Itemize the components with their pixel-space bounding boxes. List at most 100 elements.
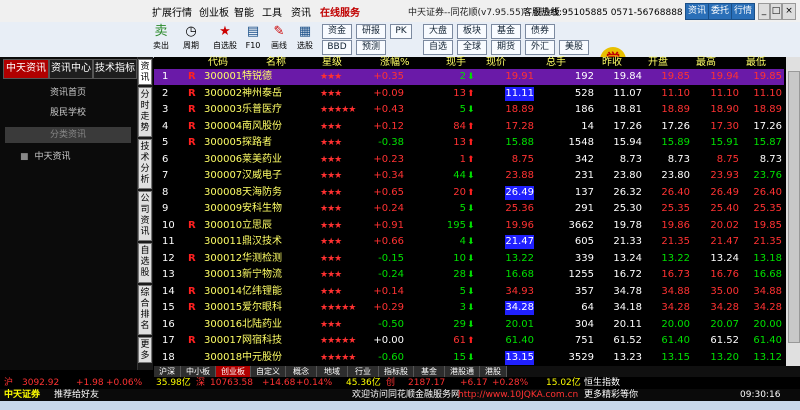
futures-dropdown[interactable]: 期货 — [491, 40, 521, 55]
minimize-button[interactable]: _ — [758, 3, 770, 20]
cell-name: 莱美药业 — [242, 153, 282, 165]
cell-chg: -0.15 — [378, 252, 404, 264]
menu-smart[interactable]: 智能 — [234, 4, 254, 19]
site-url-link[interactable]: http://www.10JQKA.com.cn — [458, 389, 578, 401]
f10-button[interactable]: ▤ F10 — [240, 24, 266, 55]
btab-concept[interactable]: 概念 — [286, 366, 317, 377]
fund-dropdown[interactable]: 基金 — [491, 24, 521, 39]
sell-button[interactable]: 卖卖出 — [148, 24, 174, 55]
maximize-button[interactable]: □ — [770, 3, 782, 20]
btab-chinext[interactable]: 创业板 — [216, 366, 251, 377]
table-row[interactable]: 4 R 300004 南风股份 ★★★ +0.12 84 ⬆ 17.28 14 17.26 17.26… — [154, 119, 784, 135]
tab-news-center[interactable]: 资讯中心 — [49, 59, 93, 79]
vtab-intraday[interactable]: 分时走势 — [138, 87, 152, 137]
trade-button[interactable]: 委托 — [708, 3, 732, 20]
col-last-vol[interactable]: 现手 — [446, 57, 466, 69]
tab-tech-indicators[interactable]: 技术指标 — [93, 59, 137, 79]
sh-value: 3092.92 — [22, 378, 60, 388]
table-row[interactable]: 9 300009 安科生物 ★★★ +0.24 5 ⬇ 25.36 291 25.30 25.35 2… — [154, 201, 784, 217]
quotes-button[interactable]: 行情 — [731, 3, 755, 20]
cell-vol: 13 — [453, 87, 466, 99]
table-row[interactable]: 8 300008 天海防务 ★★★ +0.65 20 ⬆ 26.49 137 26.32 26.40… — [154, 185, 784, 201]
cell-name: 中元股份 — [242, 351, 282, 363]
forecast-dropdown[interactable]: 预测 — [356, 40, 386, 55]
table-row[interactable]: 17 R 300017 网宿科技 ★★★★★ +0.00 61 ⬆ 61.40 751 61.52 6… — [154, 333, 784, 349]
col-high[interactable]: 最高 — [696, 57, 716, 69]
news-category-link[interactable]: 分类资讯 — [5, 127, 131, 143]
table-row[interactable]: 10 R 300010 立思辰 ★★★ +0.91 195 ⬇ 19.96 3662 19.78 19… — [154, 218, 784, 234]
watchlist-button[interactable]: ★ 自选股 — [212, 24, 238, 55]
cell-prev: 20.11 — [613, 318, 642, 330]
draw-line-button[interactable]: ✎ 画线 — [266, 24, 292, 55]
menu-online-service[interactable]: 在线服务 — [320, 4, 360, 19]
custom-dropdown[interactable]: 自选 — [423, 40, 453, 55]
global-dropdown[interactable]: 全球 — [457, 40, 487, 55]
table-row[interactable]: 11 300011 鼎汉技术 ★★★ +0.66 4 ⬇ 21.47 605 21.33 21.35… — [154, 234, 784, 250]
table-row[interactable]: 6 300006 莱美药业 ★★★ +0.23 1 ⬆ 8.75 342 8.73 8.73 8.75… — [154, 152, 784, 168]
stock-screen-button[interactable]: ▦ 选股 — [292, 24, 318, 55]
market-dropdown[interactable]: 大盘 — [423, 24, 453, 39]
table-row[interactable]: 16 300016 北陆药业 ★★★ -0.50 29 ⬇ 20.01 304 20.11 20.0… — [154, 317, 784, 333]
bond-dropdown[interactable]: 债券 — [525, 24, 555, 39]
col-price[interactable]: 现价 — [486, 57, 506, 69]
sector-dropdown[interactable]: 板块 — [457, 24, 487, 39]
vtab-more[interactable]: 更多 — [138, 337, 152, 363]
table-row[interactable]: 7 300007 汉威电子 ★★★ +0.34 44 ⬇ 23.88 231 23.80 23.80… — [154, 168, 784, 184]
col-rating[interactable]: 星级 — [322, 57, 342, 69]
col-change-pct[interactable]: 涨幅% — [380, 57, 410, 69]
hs-label[interactable]: 恒生指数 — [584, 377, 620, 389]
news-home-link[interactable]: 资讯首页 — [5, 85, 131, 101]
table-row[interactable]: 18 300018 中元股份 ★★★★★ -0.60 15 ⬇ 13.15 3529 13.23 1… — [154, 350, 784, 366]
btab-hushen[interactable]: 沪深 — [154, 366, 181, 377]
bbd-dropdown[interactable]: BBD — [322, 40, 352, 55]
vtab-company-news[interactable]: 公司资讯 — [138, 191, 152, 241]
col-code[interactable]: 代码 — [208, 57, 228, 69]
tab-zhongtian-news[interactable]: 中天资讯 — [3, 59, 49, 79]
tree-item[interactable]: ■ 中天资讯 — [20, 149, 71, 162]
table-row[interactable]: 3 R 300003 乐普医疗 ★★★★★ +0.43 5 ⬇ 18.89 186 18.81 18.… — [154, 102, 784, 118]
vertical-scrollbar[interactable] — [786, 57, 800, 368]
table-row[interactable]: 5 R 300005 探路者 ★★★ -0.38 13 ⬆ 15.88 1548 15.94 15.8… — [154, 135, 784, 151]
col-prev-close[interactable]: 昨收 — [602, 57, 622, 69]
menu-news[interactable]: 资讯 — [291, 4, 311, 19]
btab-fund[interactable]: 基金 — [414, 366, 445, 377]
btab-hk-connect[interactable]: 港股通 — [445, 366, 480, 377]
cell-n: 14 — [162, 285, 175, 297]
cell-n: 16 — [162, 318, 175, 330]
table-row[interactable]: 15 R 300015 爱尔眼科 ★★★★★ +0.29 3 ⬇ 34.28 64 34.18 34.… — [154, 300, 784, 316]
forex-dropdown[interactable]: 外汇 — [525, 40, 555, 55]
btab-index-stocks[interactable]: 指标股 — [379, 366, 414, 377]
menu-tools[interactable]: 工具 — [262, 4, 282, 19]
btab-industry[interactable]: 行业 — [348, 366, 379, 377]
vtab-ranking[interactable]: 综合排名 — [138, 285, 152, 335]
btab-sme[interactable]: 中小板 — [181, 366, 216, 377]
more-link[interactable]: 更多精彩等你 — [584, 389, 638, 401]
btab-hk[interactable]: 港股 — [480, 366, 507, 377]
table-row[interactable]: 14 R 300014 亿纬锂能 ★★★ +0.14 5 ⬇ 34.93 357 34.78 34.8… — [154, 284, 784, 300]
col-name[interactable]: 名称 — [266, 57, 286, 69]
capital-dropdown[interactable]: 资金 — [322, 24, 352, 39]
period-button[interactable]: ◷ 周期 — [178, 24, 204, 55]
table-row[interactable]: 2 R 300002 神州泰岳 ★★★ +0.09 13 ⬆ 11.11 528 11.07 11.1… — [154, 86, 784, 102]
news-button[interactable]: 资讯 — [685, 3, 709, 20]
vtab-technical[interactable]: 技术分析 — [138, 139, 152, 189]
us-stocks-dropdown[interactable]: 美股 — [559, 40, 589, 55]
table-row[interactable]: 12 R 300012 华测检测 ★★★ -0.15 10 ⬇ 13.22 339 13.24 13.… — [154, 251, 784, 267]
menu-extended-quotes[interactable]: 扩展行情 — [152, 4, 192, 19]
investor-school-link[interactable]: 股民学校 — [5, 105, 131, 121]
recommend-link[interactable]: 推荐给好友 — [54, 389, 99, 401]
research-dropdown[interactable]: 研报 — [356, 24, 386, 39]
col-open[interactable]: 开盘 — [648, 57, 668, 69]
close-button[interactable]: × — [782, 3, 796, 20]
col-total-vol[interactable]: 总手 — [546, 57, 566, 69]
pk-dropdown[interactable]: PK — [390, 24, 412, 39]
scrollbar-thumb[interactable] — [788, 71, 800, 343]
table-row[interactable]: 13 300013 新宁物流 ★★★ -0.24 28 ⬇ 16.68 1255 16.72 16.… — [154, 267, 784, 283]
vtab-news[interactable]: 资讯 — [138, 59, 152, 85]
btab-region[interactable]: 地域 — [317, 366, 348, 377]
table-row[interactable]: 1 R 300001 特锐德 ★★★ +0.35 2 ⬇ 19.91 192 19.84 19.85 1… — [154, 69, 784, 85]
btab-custom[interactable]: 自定义 — [251, 366, 286, 377]
menu-chinext[interactable]: 创业板 — [199, 4, 229, 19]
col-low[interactable]: 最低 — [746, 57, 766, 69]
vtab-watchlist[interactable]: 自选股 — [138, 243, 152, 283]
